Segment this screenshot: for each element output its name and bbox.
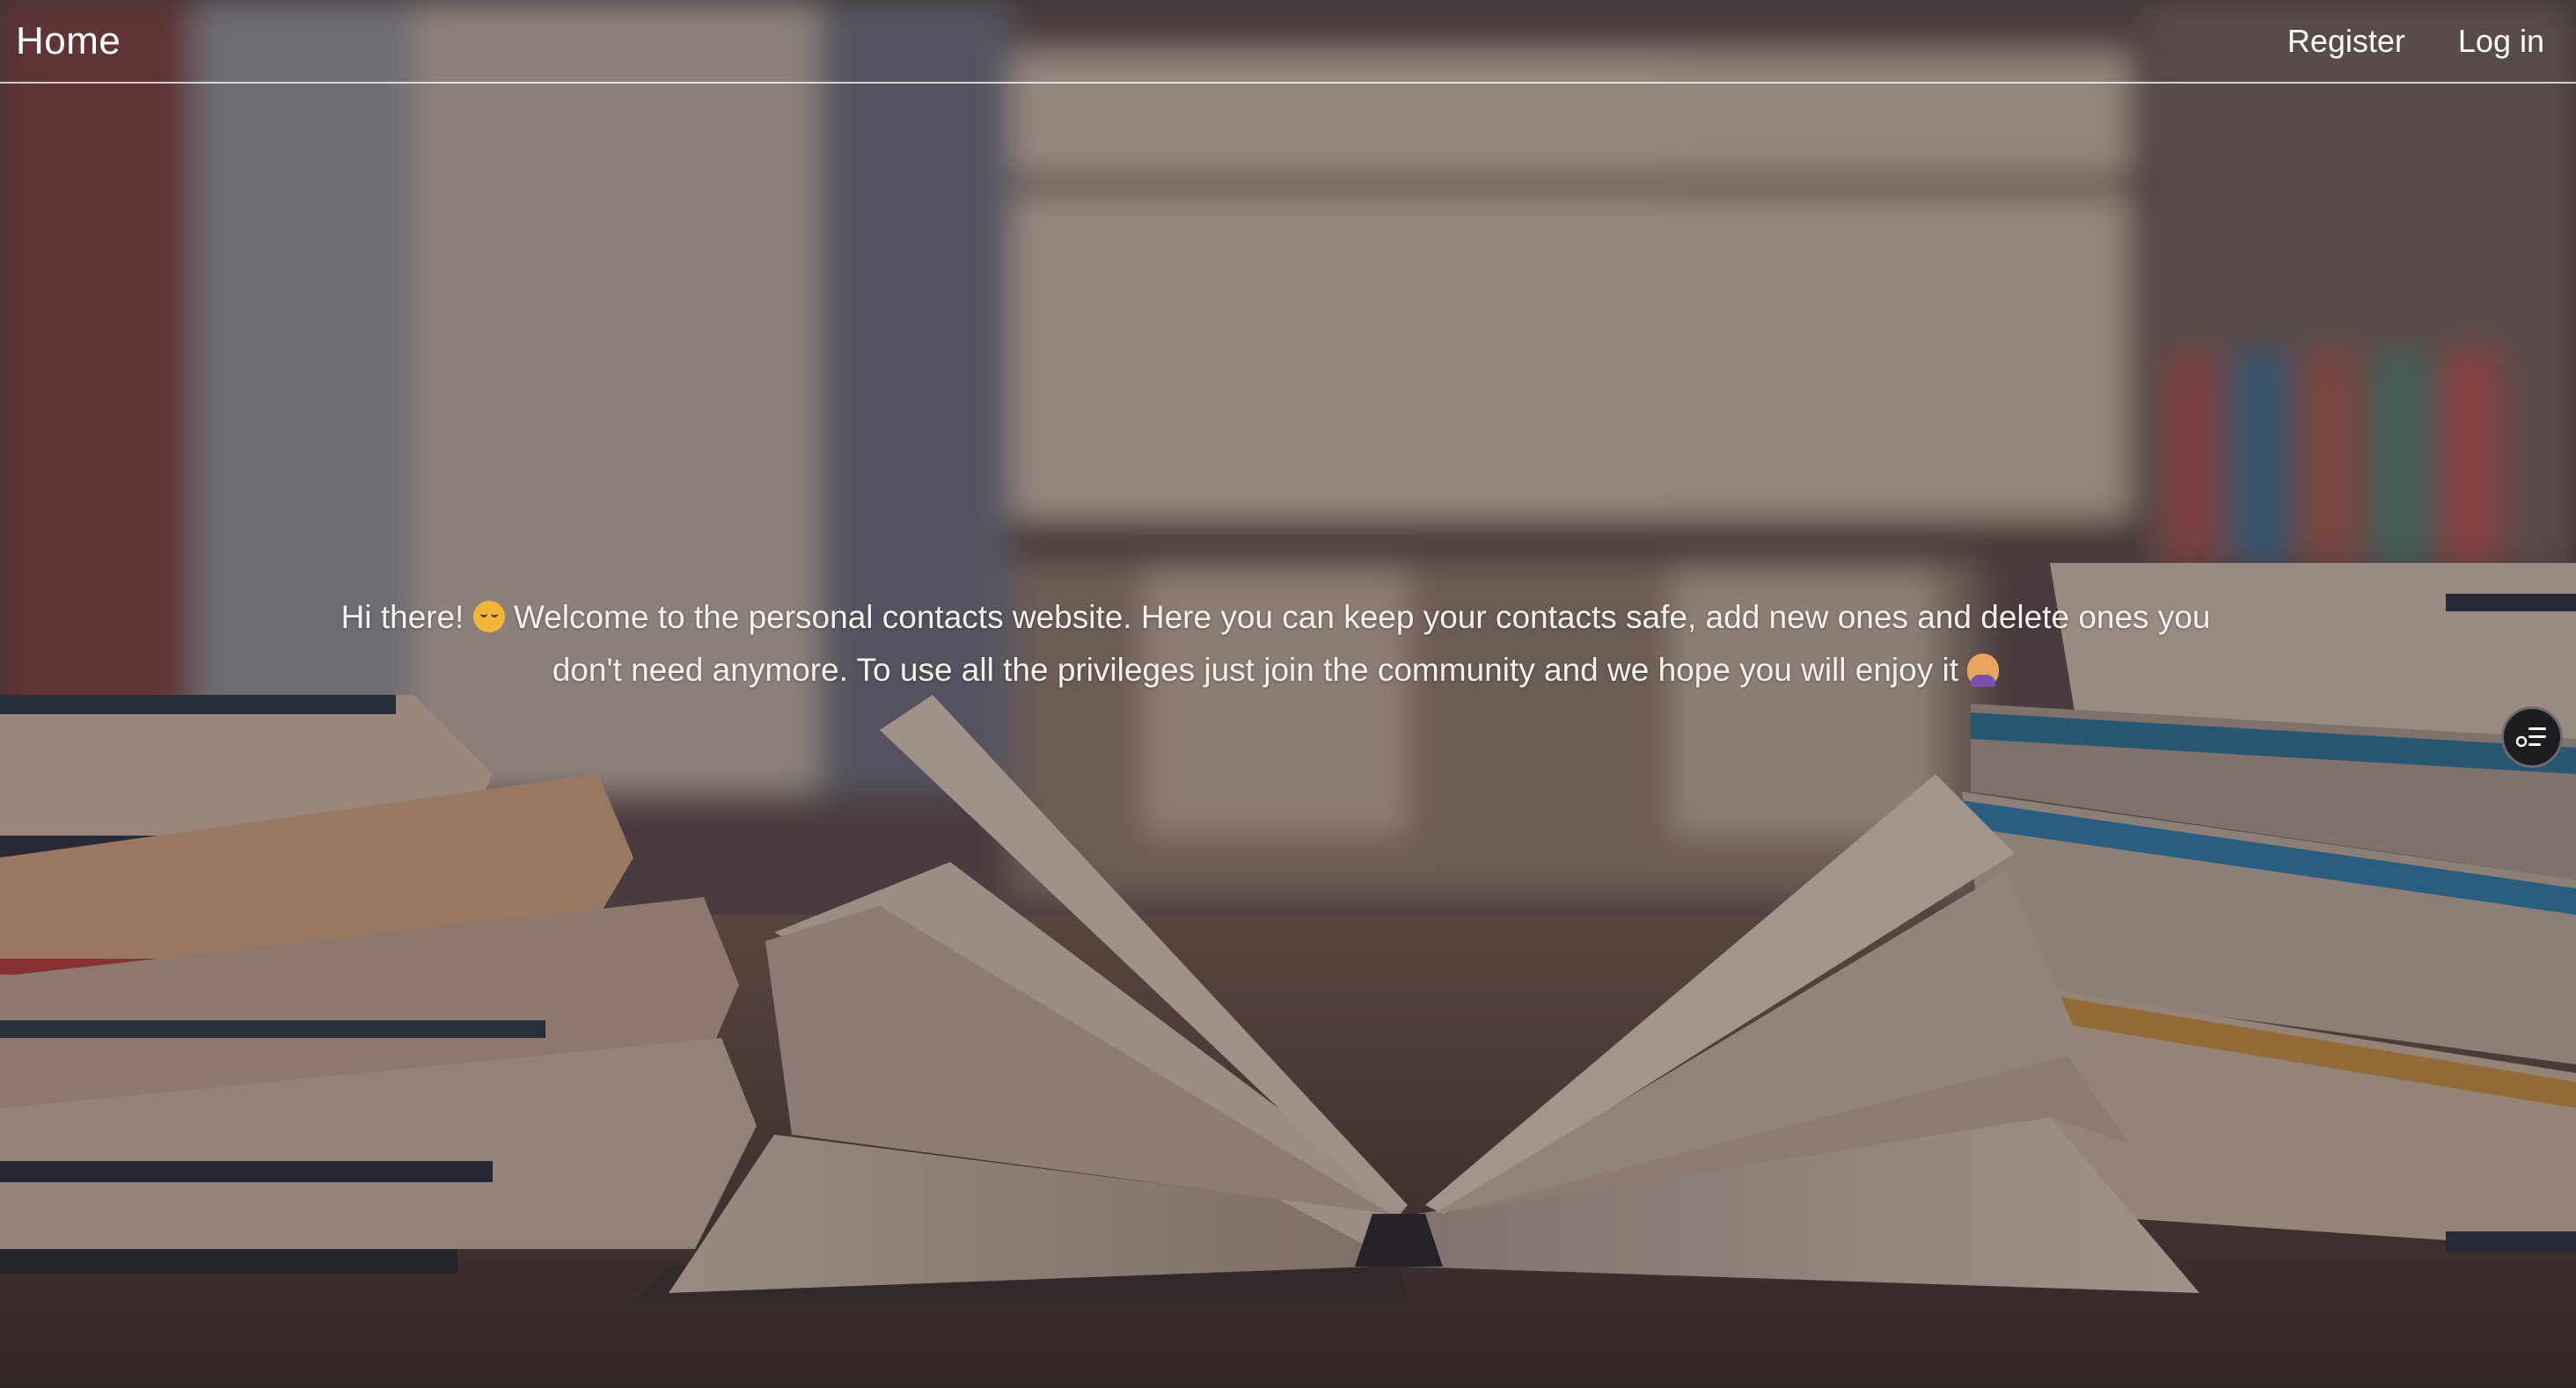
page: Home Register Log in Hi there! Welcome t… [0, 0, 2576, 1388]
floating-checklist-button[interactable] [2501, 706, 2563, 768]
top-navbar: Home Register Log in [0, 0, 2576, 84]
login-link[interactable]: Log in [2458, 23, 2544, 60]
welcome-text-line2: don't need anymore. To use all the privi… [552, 652, 1958, 688]
home-link[interactable]: Home [16, 19, 121, 63]
person-tipping-hand-icon [1967, 654, 2000, 687]
nav-links: Register Log in [2287, 23, 2544, 60]
checklist-icon [2516, 727, 2546, 748]
register-link[interactable]: Register [2287, 23, 2405, 60]
welcome-text-line1: Welcome to the personal contacts website… [513, 599, 2211, 635]
welcome-greeting: Hi there! [340, 599, 465, 635]
relieved-face-icon [472, 601, 505, 632]
welcome-message: Hi there! Welcome to the personal contac… [255, 591, 2296, 697]
